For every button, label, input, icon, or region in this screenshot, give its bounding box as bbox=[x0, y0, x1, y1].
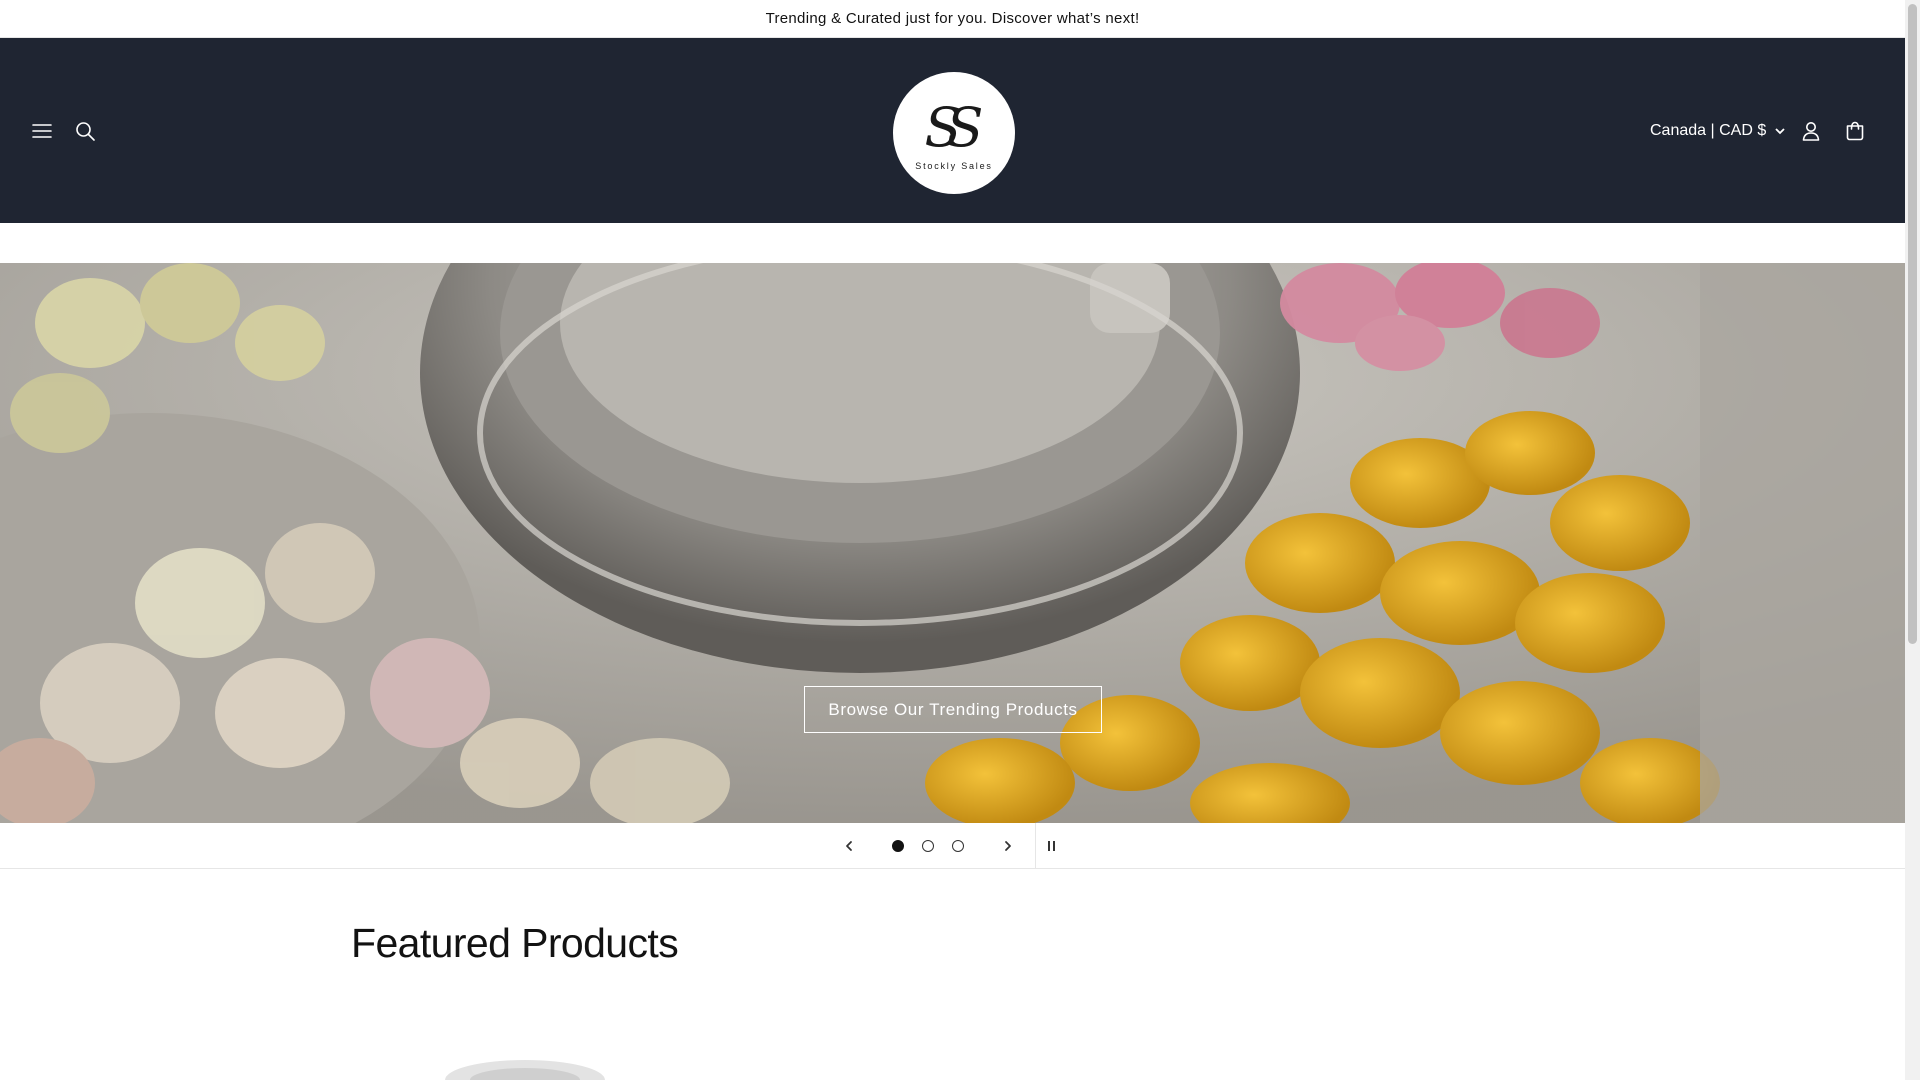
chevron-right-icon bbox=[1005, 841, 1011, 851]
product-image-preview[interactable] bbox=[440, 1040, 610, 1080]
slide-dot-1[interactable] bbox=[892, 840, 904, 852]
pause-slideshow-button[interactable] bbox=[1036, 831, 1066, 861]
announcement-text: Trending & Curated just for you. Discove… bbox=[765, 10, 1140, 27]
hero-slideshow: Browse Our Trending Products bbox=[0, 263, 1905, 823]
header-spacer bbox=[0, 223, 1905, 263]
previous-slide-button[interactable] bbox=[834, 831, 864, 861]
hero-image bbox=[0, 263, 1905, 823]
menu-icon[interactable] bbox=[24, 113, 60, 149]
scrollbar-thumb[interactable] bbox=[1908, 4, 1917, 644]
search-icon[interactable] bbox=[67, 113, 103, 149]
currency-label: Canada | CAD $ bbox=[1650, 122, 1767, 139]
account-icon[interactable] bbox=[1793, 113, 1829, 149]
logo-text: Stockly Sales bbox=[915, 161, 993, 171]
announcement-bar: Trending & Curated just for you. Discove… bbox=[0, 0, 1905, 38]
next-slide-button[interactable] bbox=[993, 831, 1023, 861]
slide-dot-3[interactable] bbox=[952, 840, 964, 852]
chevron-left-icon bbox=[846, 841, 852, 851]
pause-icon bbox=[1047, 841, 1050, 851]
slide-dot-2[interactable] bbox=[922, 840, 934, 852]
site-logo[interactable]: SS Stockly Sales bbox=[893, 72, 1015, 194]
logo-mark: SS bbox=[924, 96, 983, 159]
cart-icon[interactable] bbox=[1837, 113, 1873, 149]
page-scrollbar[interactable] bbox=[1905, 0, 1920, 1080]
featured-products-heading: Featured Products bbox=[351, 920, 679, 966]
site-header: SS Stockly Sales Canada | CAD $ bbox=[0, 38, 1905, 223]
currency-selector[interactable]: Canada | CAD $ bbox=[1650, 118, 1786, 144]
chevron-down-icon bbox=[1775, 128, 1785, 135]
browse-trending-button[interactable]: Browse Our Trending Products bbox=[804, 686, 1102, 733]
slideshow-controls bbox=[0, 823, 1905, 869]
